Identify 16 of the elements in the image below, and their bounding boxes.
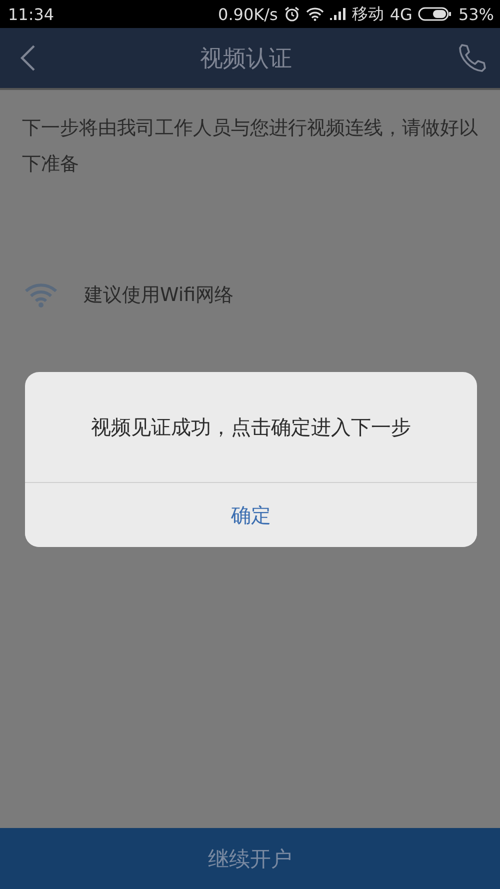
battery-percent: 53% <box>458 4 494 24</box>
wifi-icon <box>24 282 58 308</box>
phone-icon[interactable] <box>456 42 488 74</box>
page-title: 视频认证 <box>200 44 292 74</box>
cell-signal-icon <box>330 8 346 20</box>
wifi-signal-icon <box>306 7 324 21</box>
continue-button[interactable]: 继续开户 <box>0 828 500 889</box>
back-icon[interactable] <box>20 44 36 72</box>
tip-text: 建议使用Wifi网络 <box>84 283 234 308</box>
carrier-name: 移动 <box>352 4 384 24</box>
network-type: 4G <box>390 4 412 24</box>
battery-icon <box>418 7 452 21</box>
status-time: 11:34 <box>8 4 54 24</box>
net-speed: 0.90K/s <box>218 4 278 24</box>
intro-text: 下一步将由我司工作人员与您进行视频连线，请做好以下准备 <box>22 116 478 177</box>
alarm-icon <box>284 6 300 22</box>
